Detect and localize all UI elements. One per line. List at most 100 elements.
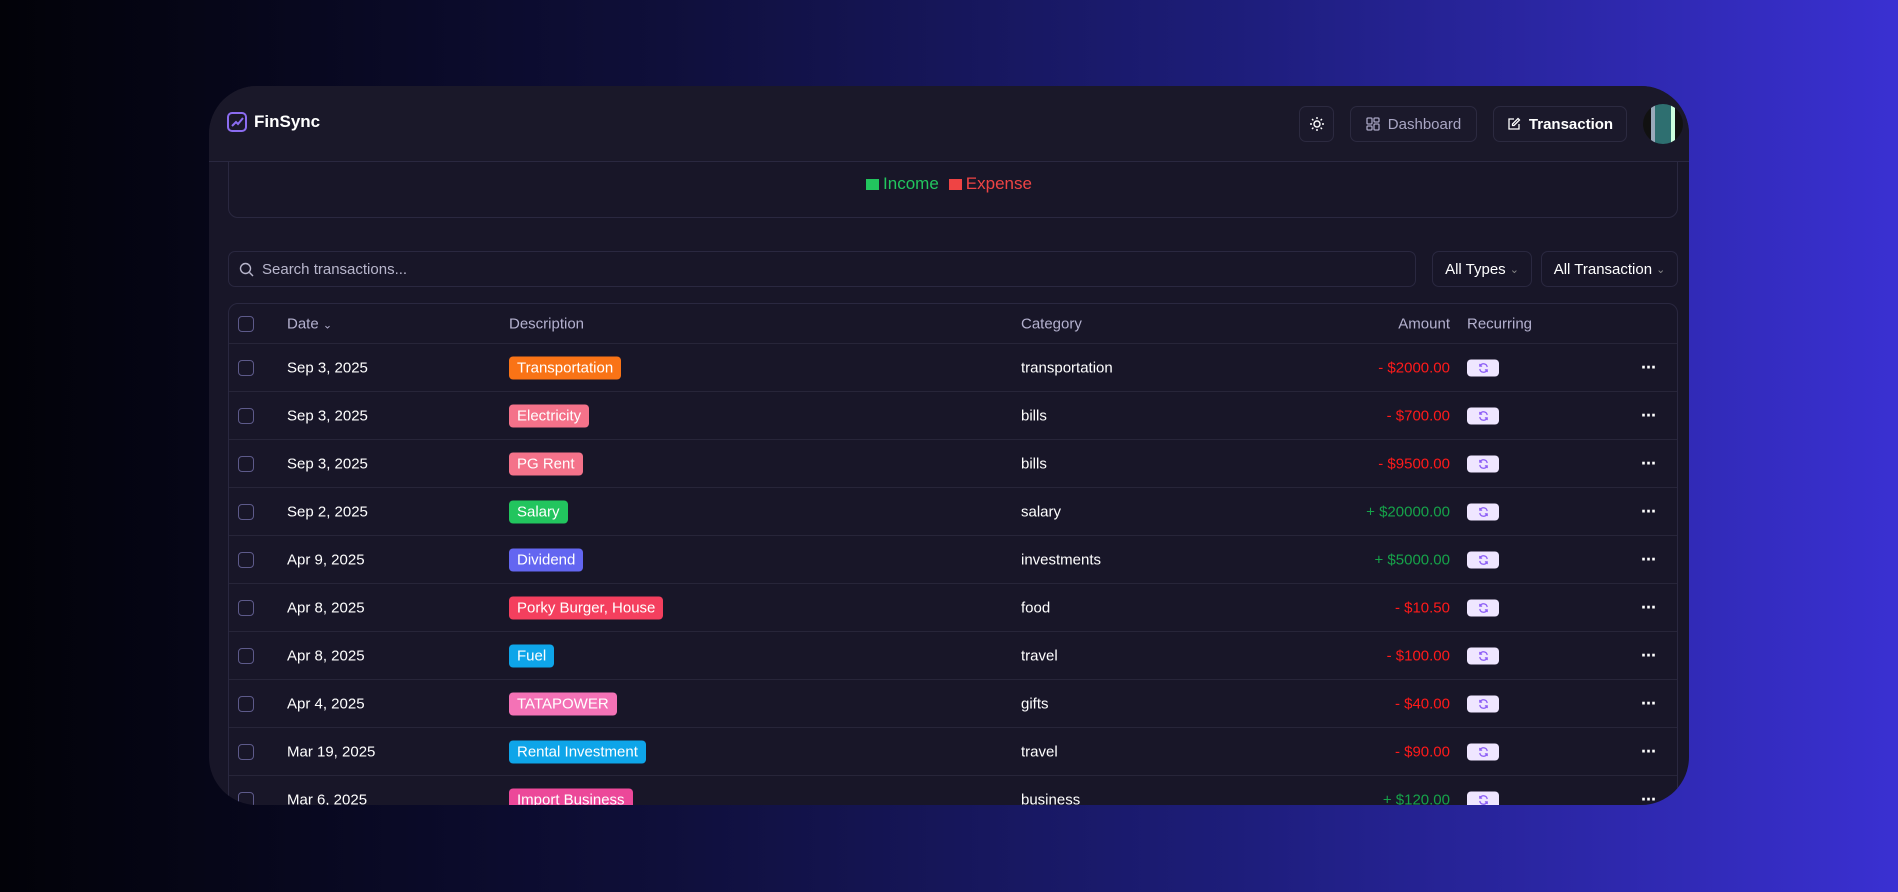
row-actions-menu-icon[interactable]: ··· [1641, 549, 1657, 570]
table-row[interactable]: Sep 3, 2025 Electricity bills - $700.00 … [229, 392, 1677, 440]
table-row[interactable]: Mar 19, 2025 Rental Investment travel - … [229, 728, 1677, 776]
row-amount: - $700.00 [1386, 407, 1450, 424]
refresh-icon [1478, 458, 1488, 469]
row-category: travel [1021, 647, 1058, 664]
description-tag: PG Rent [509, 452, 583, 475]
row-checkbox[interactable] [238, 455, 254, 472]
search-placeholder: Search transactions... [262, 260, 408, 278]
row-category: salary [1021, 503, 1062, 520]
row-checkbox[interactable] [238, 503, 254, 520]
row-checkbox[interactable] [238, 551, 254, 568]
chevron-down-icon: ⌄ [1509, 263, 1519, 276]
refresh-icon [1478, 602, 1488, 613]
row-actions-menu-icon[interactable]: ··· [1641, 789, 1657, 805]
type-select[interactable]: All Types ⌄ [1432, 251, 1532, 287]
recurring-badge [1467, 407, 1499, 424]
top-nav: FinSync Dashboard Transaction [209, 86, 1689, 162]
app-window: FinSync Dashboard Transaction Income Exp… [209, 86, 1689, 805]
row-amount: + $20000.00 [1366, 503, 1450, 520]
row-amount: - $2000.00 [1378, 359, 1450, 376]
sun-icon [1309, 117, 1324, 131]
finsync-logo-icon [227, 112, 247, 132]
row-category: bills [1021, 407, 1047, 424]
user-avatar[interactable] [1643, 104, 1683, 144]
row-date: Apr 8, 2025 [287, 647, 365, 664]
row-actions-menu-icon[interactable]: ··· [1641, 645, 1657, 666]
description-tag: Porky Burger, House [509, 596, 664, 619]
row-date: Mar 6, 2025 [287, 791, 368, 805]
recurring-header: Recurring [1467, 315, 1533, 332]
logo[interactable]: FinSync [226, 111, 320, 133]
table-row[interactable]: Sep 3, 2025 PG Rent bills - $9500.00 ··· [229, 440, 1677, 488]
row-amount: + $120.00 [1382, 791, 1450, 805]
table-row[interactable]: Sep 3, 2025 Transportation transportatio… [229, 344, 1677, 392]
row-checkbox[interactable] [238, 599, 254, 616]
table-row[interactable]: Apr 8, 2025 Porky Burger, House food - $… [229, 584, 1677, 632]
row-amount: - $40.00 [1394, 695, 1450, 712]
description-tag: Salary [509, 500, 568, 523]
refresh-icon [1478, 746, 1488, 757]
row-category: bills [1021, 455, 1047, 472]
recurring-badge [1467, 503, 1499, 520]
recurring-badge [1467, 359, 1499, 376]
legend-expense[interactable]: Expense [948, 174, 1032, 194]
recurring-badge [1467, 791, 1499, 805]
refresh-icon [1478, 362, 1488, 373]
row-checkbox[interactable] [238, 791, 254, 805]
row-amount: - $9500.00 [1378, 455, 1450, 472]
row-date: Sep 3, 2025 [287, 455, 368, 472]
row-amount: - $90.00 [1394, 743, 1450, 760]
search-icon [239, 262, 254, 276]
transaction-label: Transaction [1528, 115, 1614, 133]
row-checkbox[interactable] [238, 647, 254, 664]
table-row[interactable]: Apr 9, 2025 Dividend investments + $5000… [229, 536, 1677, 584]
chart-legend: Income Expense [209, 174, 1689, 194]
search-input[interactable]: Search transactions... [228, 251, 1416, 287]
app-name: FinSync [254, 112, 321, 131]
row-category: food [1021, 599, 1051, 616]
row-amount: - $100.00 [1386, 647, 1450, 664]
dashboard-grid-icon [1366, 117, 1380, 131]
row-actions-menu-icon[interactable]: ··· [1641, 501, 1657, 522]
row-actions-menu-icon[interactable]: ··· [1641, 597, 1657, 618]
refresh-icon [1478, 650, 1488, 661]
row-checkbox[interactable] [238, 359, 254, 376]
row-actions-menu-icon[interactable]: ··· [1641, 453, 1657, 474]
category-header: Category [1021, 315, 1082, 332]
row-checkbox[interactable] [238, 407, 254, 424]
row-category: business [1021, 791, 1081, 805]
row-date: Apr 4, 2025 [287, 695, 365, 712]
recurring-badge [1467, 743, 1499, 760]
row-category: transportation [1021, 359, 1113, 376]
recurring-badge [1467, 455, 1499, 472]
table-row[interactable]: Apr 8, 2025 Fuel travel - $100.00 ··· [229, 632, 1677, 680]
select-all-checkbox[interactable] [238, 315, 254, 332]
legend-income[interactable]: Income [866, 174, 939, 194]
row-checkbox[interactable] [238, 743, 254, 760]
row-actions-menu-icon[interactable]: ··· [1641, 693, 1657, 714]
recurring-badge [1467, 551, 1499, 568]
description-tag: Rental Investment [509, 740, 646, 763]
refresh-icon [1478, 794, 1488, 805]
row-date: Mar 19, 2025 [287, 743, 376, 760]
refresh-icon [1478, 410, 1488, 421]
transaction-button[interactable]: Transaction [1493, 106, 1627, 142]
theme-toggle-button[interactable] [1299, 106, 1334, 142]
row-checkbox[interactable] [238, 695, 254, 712]
row-actions-menu-icon[interactable]: ··· [1641, 741, 1657, 762]
row-actions-menu-icon[interactable]: ··· [1641, 357, 1657, 378]
description-tag: Dividend [509, 548, 584, 571]
row-actions-menu-icon[interactable]: ··· [1641, 405, 1657, 426]
chevron-down-icon: ⌄ [322, 319, 333, 331]
table-row[interactable]: Apr 4, 2025 TATAPOWER gifts - $40.00 ··· [229, 680, 1677, 728]
table-row[interactable]: Mar 6, 2025 Import Business business + $… [229, 776, 1677, 805]
sort-date-header[interactable]: Date ⌄ [287, 315, 332, 332]
transaction-select[interactable]: All Transaction ⌄ [1541, 251, 1678, 287]
refresh-icon [1478, 506, 1488, 517]
dashboard-button[interactable]: Dashboard [1350, 106, 1477, 142]
row-date: Apr 9, 2025 [287, 551, 365, 568]
row-category: gifts [1021, 695, 1049, 712]
table-row[interactable]: Sep 2, 2025 Salary salary + $20000.00 ··… [229, 488, 1677, 536]
description-tag: Import Business [509, 788, 633, 805]
row-date: Apr 8, 2025 [287, 599, 365, 616]
